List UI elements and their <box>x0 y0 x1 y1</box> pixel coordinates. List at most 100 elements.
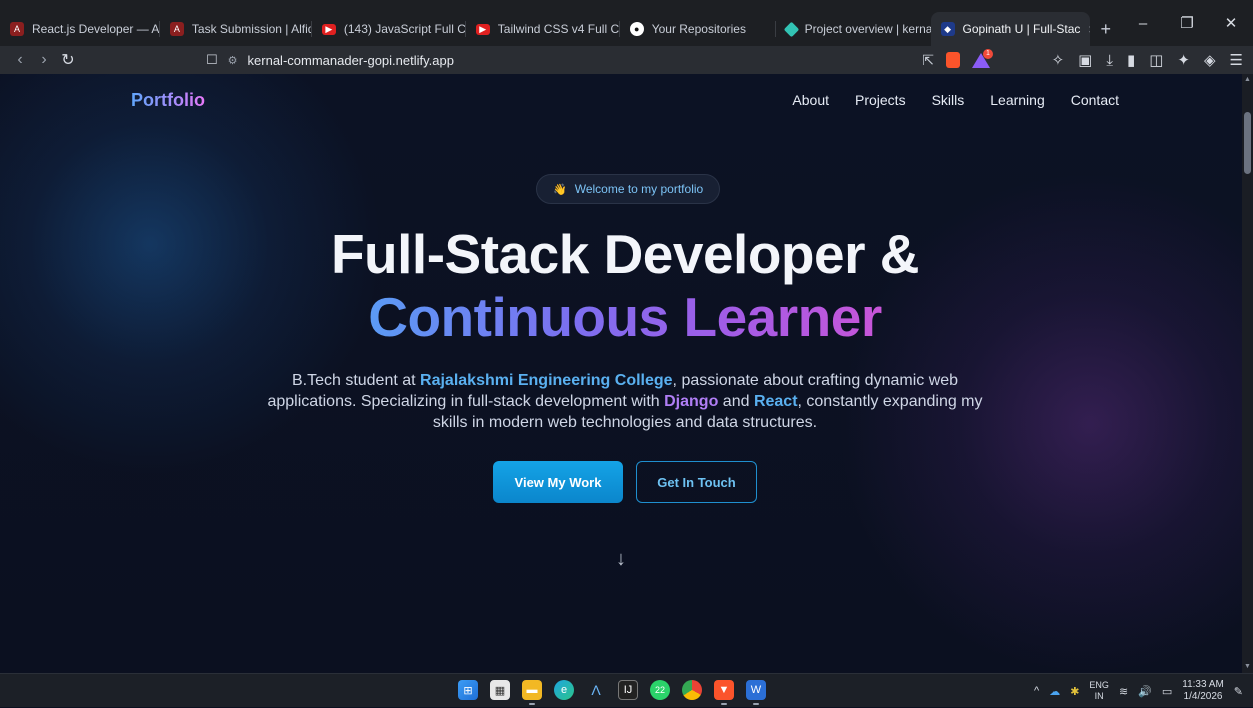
alfido-icon: A <box>169 22 184 36</box>
word-icon[interactable]: W <box>746 680 766 705</box>
brave-shields-icon[interactable] <box>946 52 960 68</box>
taskbar-apps: ⊞ ▦ ▬ e Λ IJ 22 ▼ W <box>458 680 766 705</box>
back-icon[interactable]: ‹ <box>8 51 32 69</box>
tab-title: Tailwind CSS v4 Full Cours <box>497 22 620 36</box>
reload-icon[interactable]: ↻ <box>56 50 80 70</box>
minimize-icon[interactable]: – <box>1121 15 1165 32</box>
forward-icon[interactable]: › <box>32 51 56 69</box>
address-toolbar: ‹ › ↻ ☐ ⚙ kernal-commanader-gopi.netlify… <box>0 46 1253 74</box>
nav-skills[interactable]: Skills <box>932 92 965 108</box>
url-text[interactable]: kernal-commanader-gopi.netlify.app <box>248 53 454 68</box>
headline-line-2: Continuous Learner <box>0 285 1242 349</box>
show-hidden-icons-icon[interactable]: ^ <box>1034 685 1039 697</box>
new-tab-icon[interactable]: + <box>1090 12 1121 46</box>
downloads-icon[interactable]: ⤓ <box>1106 52 1113 69</box>
desc-text: B.Tech student at <box>291 372 421 389</box>
extensions-icon[interactable]: ✧ <box>1052 51 1065 69</box>
window-controls: – ❐ ✕ <box>1121 0 1253 46</box>
tab-tailwind-course[interactable]: ▶ Tailwind CSS v4 Full Cours <box>466 12 620 46</box>
tab-title: Gopinath U | Full-Stac <box>962 22 1081 36</box>
welcome-badge: 👋 Welcome to my portfolio <box>536 174 721 204</box>
site-navbar: Portfolio About Projects Skills Learning… <box>0 74 1242 128</box>
clock-date: 1/4/2026 <box>1183 691 1223 702</box>
tab-task-submission[interactable]: A Task Submission | Alfido Te <box>160 12 312 46</box>
portfolio-icon: ◆ <box>940 22 955 36</box>
address-bar[interactable]: ☐ ⚙ kernal-commanader-gopi.netlify.app ⇱… <box>200 48 993 72</box>
tab-react-developer[interactable]: A React.js Developer — Alfid <box>0 12 160 46</box>
get-in-touch-button[interactable]: Get In Touch <box>636 461 757 503</box>
clock-time: 11:33 AM <box>1182 679 1224 690</box>
tab-your-repositories[interactable]: ● Your Repositories <box>620 12 776 46</box>
language-indicator[interactable]: ENG IN <box>1089 680 1109 702</box>
brand-logo[interactable]: Portfolio <box>131 90 205 111</box>
nav-learning[interactable]: Learning <box>990 92 1045 108</box>
college-highlight: Rajalakshmi Engineering College <box>420 372 673 389</box>
screenshot-icon[interactable]: ▣ <box>1078 51 1092 69</box>
app-tray-icon[interactable]: ✱ <box>1070 685 1079 698</box>
nav-about[interactable]: About <box>792 92 829 108</box>
brave-rewards-icon[interactable]: 1 <box>972 48 993 68</box>
app-a-icon[interactable]: Λ <box>586 680 606 700</box>
battery-icon[interactable]: ▭ <box>1162 685 1172 698</box>
store-icon[interactable]: ▦ <box>490 680 510 700</box>
windows-start-icon[interactable]: ⊞ <box>458 680 478 700</box>
leo-ai-icon[interactable]: ✦ <box>1177 51 1190 69</box>
portfolio-page: Portfolio About Projects Skills Learning… <box>0 74 1242 673</box>
tab-title: React.js Developer — Alfid <box>32 22 160 36</box>
wallet-icon[interactable]: ◫ <box>1149 51 1163 69</box>
sidebar-icon[interactable]: ▮ <box>1127 51 1135 69</box>
restore-icon[interactable]: ❐ <box>1165 14 1209 32</box>
edge-icon[interactable]: e <box>554 680 574 700</box>
browser-tab-bar: A React.js Developer — Alfid A Task Subm… <box>0 0 1253 46</box>
volume-icon[interactable]: 🔊 <box>1138 685 1152 698</box>
desc-text: and <box>718 393 754 410</box>
lang-code: ENG <box>1089 680 1109 690</box>
welcome-text: Welcome to my portfolio <box>574 182 704 196</box>
youtube-icon: ▶ <box>475 23 490 35</box>
site-settings-icon[interactable]: ⚙ <box>228 54 238 67</box>
scroll-up-icon[interactable]: ▲ <box>1244 76 1251 84</box>
scroll-down-icon[interactable]: ▼ <box>1244 663 1251 671</box>
tab-portfolio-active[interactable]: ◆ Gopinath U | Full-Stac × <box>930 12 1091 46</box>
whatsapp-badge: 22 <box>654 685 665 695</box>
netlify-icon <box>783 21 799 37</box>
alfido-icon: A <box>10 22 24 36</box>
tab-javascript-course[interactable]: ▶ (143) JavaScript Full Cours <box>312 12 466 46</box>
scroll-down-arrow-icon[interactable]: ↓ <box>616 548 626 571</box>
tab-title: Project overview | kernal-c <box>804 22 931 36</box>
share-icon[interactable]: ⇱ <box>922 52 934 69</box>
tab-project-overview[interactable]: Project overview | kernal-c <box>776 12 931 46</box>
toolbar-actions: ✧ ▣ ⤓ ▮ ◫ ✦ ◈ ☰ <box>1052 46 1243 74</box>
vpn-icon[interactable]: ◈ <box>1204 51 1216 69</box>
tab-title: (143) JavaScript Full Cours <box>343 22 466 36</box>
brave-browser-icon[interactable]: ▼ <box>714 680 734 705</box>
rewards-badge: 1 <box>983 48 993 59</box>
headline-gradient-text: Continuous Learner <box>368 286 882 348</box>
wifi-icon[interactable]: ≋ <box>1119 685 1128 698</box>
view-my-work-button[interactable]: View My Work <box>493 461 623 503</box>
whatsapp-icon[interactable]: 22 <box>650 680 670 700</box>
notification-icon[interactable]: ✎ <box>1234 685 1243 698</box>
windows-taskbar: ⊞ ▦ ▬ e Λ IJ 22 ▼ W ^ ☁ ✱ ENG IN ≋ 🔊 ▭ 11… <box>0 673 1253 707</box>
scroll-thumb[interactable] <box>1244 112 1251 174</box>
system-tray: ^ ☁ ✱ ENG IN ≋ 🔊 ▭ 11:33 AM 1/4/2026 ✎ <box>1034 674 1243 708</box>
nav-links: About Projects Skills Learning Contact <box>792 92 1119 108</box>
nav-contact[interactable]: Contact <box>1071 92 1119 108</box>
tab-title: Task Submission | Alfido Te <box>191 22 312 36</box>
tab-title: Your Repositories <box>651 22 746 36</box>
close-window-icon[interactable]: ✕ <box>1209 14 1253 32</box>
bookmark-icon[interactable]: ☐ <box>206 52 218 68</box>
intellij-icon[interactable]: IJ <box>618 680 638 700</box>
hero-description: B.Tech student at Rajalakshmi Engineerin… <box>250 370 1000 433</box>
file-explorer-icon[interactable]: ▬ <box>522 680 542 705</box>
react-highlight: React <box>753 393 798 410</box>
nav-projects[interactable]: Projects <box>855 92 906 108</box>
page-scrollbar[interactable]: ▲ ▼ <box>1242 74 1253 673</box>
waving-hand-icon: 👋 <box>553 183 567 196</box>
chrome-icon[interactable] <box>682 680 702 700</box>
github-icon: ● <box>629 22 644 36</box>
clock[interactable]: 11:33 AM 1/4/2026 <box>1182 679 1224 703</box>
onedrive-icon[interactable]: ☁ <box>1049 685 1060 698</box>
menu-icon[interactable]: ☰ <box>1230 51 1243 69</box>
django-highlight: Django <box>664 393 719 410</box>
